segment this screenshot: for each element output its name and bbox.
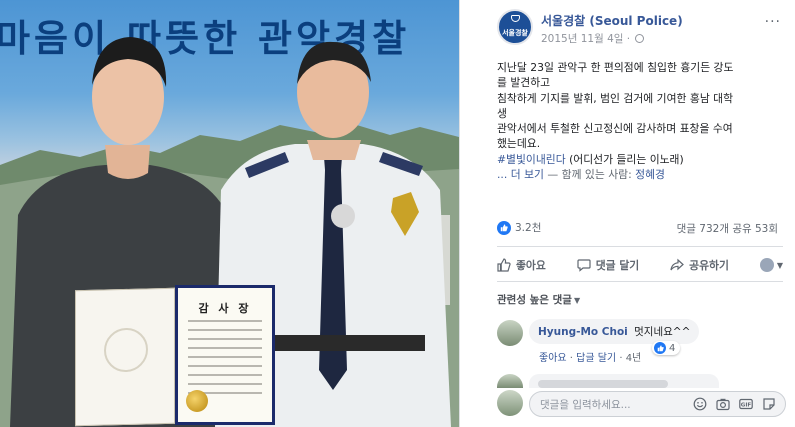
gif-icon[interactable]: GIF — [739, 397, 753, 411]
camera-icon[interactable] — [716, 397, 730, 411]
caret-down-icon: ▼ — [573, 296, 581, 305]
share-button[interactable]: 공유하기 — [670, 257, 729, 273]
comment-sort-dropdown[interactable]: 관련성 높은 댓글 ▼ — [497, 292, 580, 307]
certificate-cover — [75, 287, 175, 427]
divider — [497, 246, 783, 247]
post-line: 침착하게 기지를 발휘, 범인 검거에 기여한 홍남 대학 — [497, 91, 734, 105]
user-avatar-icon — [759, 258, 774, 272]
comment-bubble-partial — [529, 374, 719, 388]
police-emblem-icon — [104, 327, 148, 373]
see-more-line: ... 더 보기 — 함께 있는 사람: 정혜경 — [497, 167, 787, 182]
hashtag-line: #별빛이내린다 (어디선가 들리는 이노래) — [497, 152, 787, 167]
gold-seal-icon — [186, 390, 208, 412]
post-photo[interactable]: 마음이 따뜻한 관악경찰 감 사 장 — [0, 0, 459, 427]
reaction-count: 3.2천 — [515, 222, 542, 234]
caret-down-icon: ▼ — [776, 260, 783, 270]
commenter-avatar[interactable] — [497, 374, 523, 388]
like-label: 좋아요 — [516, 259, 546, 272]
comment-input[interactable]: 댓글을 입력하세요... GIF — [529, 391, 786, 417]
comment-reaction-count[interactable]: 4 — [652, 341, 681, 355]
comment-reply-button[interactable]: 답글 달기 — [576, 353, 616, 364]
comment-icon — [577, 259, 591, 272]
comment-reaction-number: 4 — [669, 342, 676, 354]
more-options-button[interactable]: ··· — [765, 14, 781, 30]
tagged-with-prefix: — 함께 있는 사람: — [543, 168, 636, 182]
post-as-selector[interactable]: ▼ — [759, 258, 783, 272]
comment-sort-label: 관련성 높은 댓글 — [497, 294, 572, 306]
comment-label: 댓글 달기 — [595, 259, 640, 272]
globe-icon — [635, 34, 645, 43]
share-icon — [670, 258, 685, 271]
post-line: 지난달 23일 관악구 한 편의점에 침입한 흉기든 강도 — [497, 61, 734, 74]
comment-author-link[interactable]: Hyung-Mo Choi — [538, 326, 628, 338]
hashtag-link[interactable]: #별빛이내린다 — [497, 153, 566, 166]
post-line: 관악서에서 투철한 신고정신에 감사하며 표창을 수여 — [497, 122, 733, 136]
tagged-person-link[interactable]: 정혜경 — [635, 168, 665, 181]
certificate: 감 사 장 — [75, 285, 275, 427]
certificate-text-lines — [188, 320, 262, 401]
comment-text: 멋지네요^^ — [634, 326, 691, 338]
divider — [497, 281, 783, 282]
sticker-icon[interactable] — [762, 397, 776, 411]
comment-meta: 좋아요 · 답글 달기 · 4년 — [539, 353, 642, 364]
police-badge-icon — [511, 15, 520, 22]
post-text: 지난달 23일 관악구 한 편의점에 침입한 흉기든 강도 를 발견하고 침착하… — [497, 60, 787, 182]
see-more-link[interactable]: ... 더 보기 — [497, 168, 544, 181]
post-line: 했는데요. — [497, 137, 541, 151]
like-reaction-icon — [654, 342, 666, 354]
comment-share-counts[interactable]: 댓글 732개 공유 53회 — [677, 221, 778, 236]
timestamp-text: 2015년 11월 4일 · — [541, 33, 631, 45]
thumbs-up-icon — [497, 258, 511, 272]
action-bar: 좋아요 댓글 달기 공유하기 ▼ — [497, 252, 783, 278]
share-label: 공유하기 — [689, 259, 729, 272]
reaction-summary[interactable]: 3.2천 — [497, 220, 541, 235]
certificate-title: 감 사 장 — [198, 302, 252, 315]
post-panel: 서울경찰 서울경찰 (Seoul Police) 2015년 11월 4일 · … — [459, 0, 795, 427]
comment-input-placeholder: 댓글을 입력하세요... — [540, 398, 631, 411]
comment-age[interactable]: 4년 — [626, 353, 642, 364]
commenter-avatar[interactable] — [497, 320, 523, 346]
composer-avatar — [497, 390, 523, 416]
avatar-text: 서울경찰 — [502, 29, 528, 37]
post-line: 생 — [497, 106, 507, 120]
page-name-link[interactable]: 서울경찰 (Seoul Police) — [541, 12, 683, 29]
comment-like-button[interactable]: 좋아요 — [539, 353, 567, 364]
page-avatar[interactable]: 서울경찰 — [497, 9, 533, 45]
hashtag-suffix: (어디선가 들리는 이노래) — [565, 152, 684, 166]
svg-text:GIF: GIF — [741, 403, 752, 409]
comment-button[interactable]: 댓글 달기 — [577, 257, 640, 273]
like-reaction-icon — [497, 220, 511, 235]
post-line: 를 발견하고 — [497, 76, 551, 90]
emoji-icon[interactable] — [693, 397, 707, 411]
like-button[interactable]: 좋아요 — [497, 257, 546, 273]
certificate-page: 감 사 장 — [175, 285, 275, 425]
post-timestamp[interactable]: 2015년 11월 4일 · — [541, 31, 645, 46]
